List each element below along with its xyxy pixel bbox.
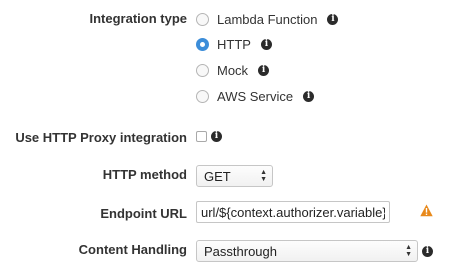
radio-option-label: AWS Service	[217, 88, 294, 104]
http-method-value: GET	[204, 168, 231, 184]
info-icon[interactable]: i	[211, 131, 222, 142]
integration-request-form: Integration type Lambda Function i HTTP …	[0, 0, 474, 279]
http-method-select[interactable]: GET ▲ ▼	[196, 165, 273, 187]
http-proxy-label: Use HTTP Proxy integration	[15, 130, 187, 145]
endpoint-url-input[interactable]	[196, 201, 390, 223]
endpoint-url-label: Endpoint URL	[100, 206, 187, 221]
http-proxy-checkbox[interactable]	[196, 131, 207, 142]
info-icon[interactable]: i	[260, 38, 272, 50]
radio-option-mock[interactable]: Mock i	[196, 62, 270, 78]
radio-option-aws-service[interactable]: AWS Service i	[196, 88, 315, 104]
radio-button[interactable]	[196, 12, 209, 26]
content-handling-label: Content Handling	[78, 242, 187, 257]
radio-option-label: HTTP	[217, 36, 251, 52]
radio-button-selected[interactable]	[196, 37, 209, 51]
info-icon[interactable]: i	[303, 90, 315, 102]
radio-option-label: Mock	[217, 62, 249, 78]
radio-option-lambda-function[interactable]: Lambda Function i	[196, 11, 339, 27]
radio-button[interactable]	[196, 63, 209, 77]
integration-type-label: Integration type	[89, 11, 187, 26]
content-handling-select[interactable]: Passthrough ▲ ▼	[196, 240, 418, 262]
radio-button[interactable]	[196, 89, 209, 103]
warning-icon	[420, 204, 433, 217]
info-icon[interactable]: i	[327, 13, 339, 25]
http-method-label: HTTP method	[102, 167, 187, 182]
content-handling-value: Passthrough	[204, 243, 277, 259]
select-arrows-icon: ▲ ▼	[260, 169, 267, 183]
info-icon[interactable]: i	[422, 246, 433, 257]
radio-option-http[interactable]: HTTP i	[196, 36, 272, 52]
radio-option-label: Lambda Function	[217, 11, 318, 27]
select-arrows-icon: ▲ ▼	[405, 244, 412, 258]
info-icon[interactable]: i	[258, 64, 270, 76]
